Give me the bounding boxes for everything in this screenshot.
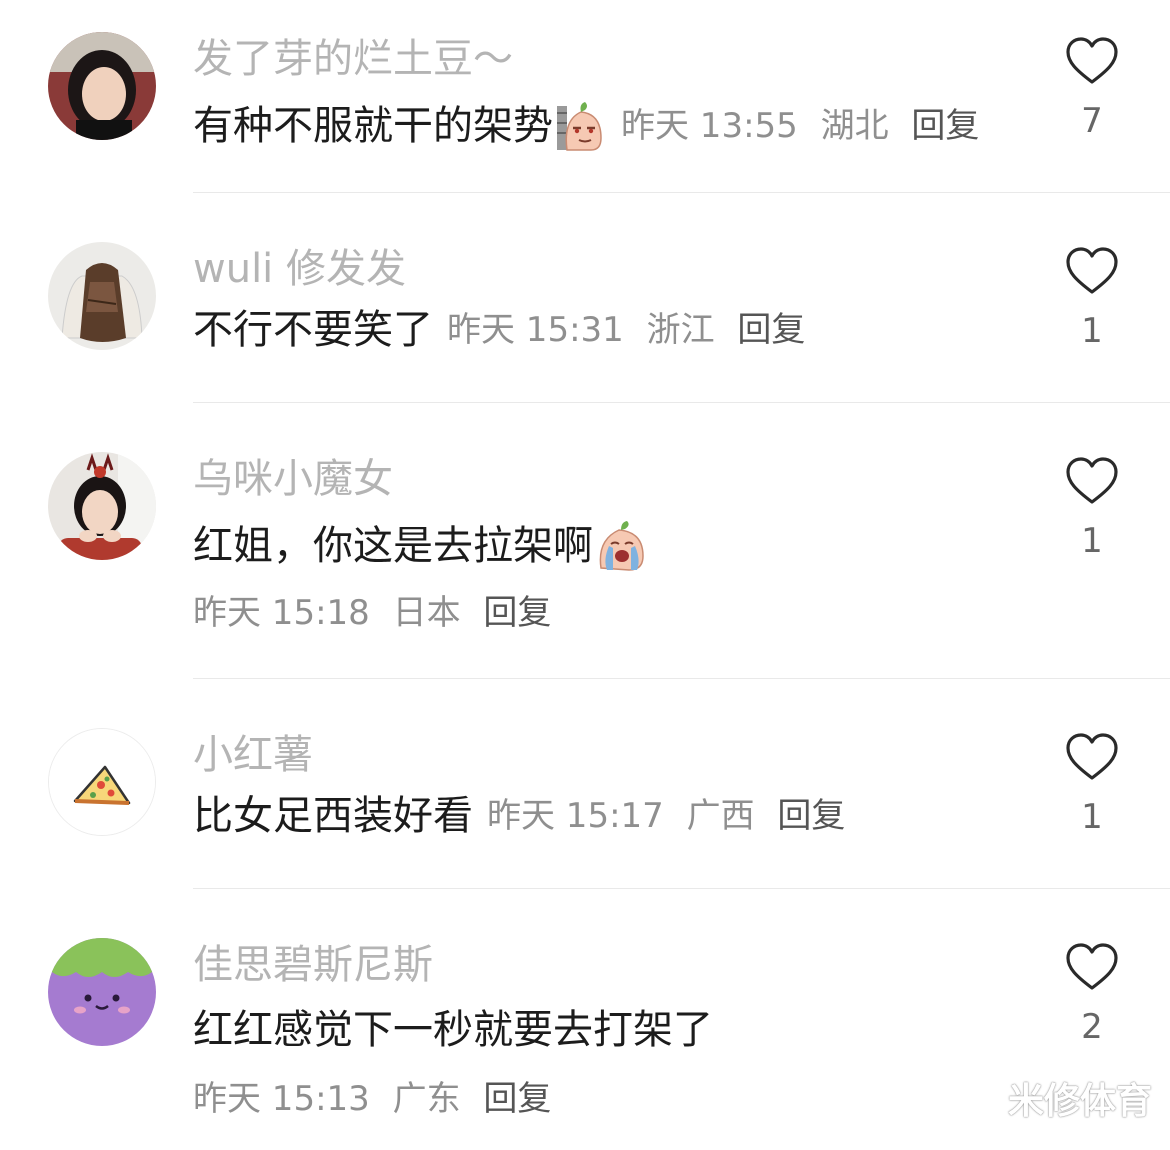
comment-time: 昨天 15:17 <box>487 796 664 836</box>
comment-time: 昨天 15:13 <box>193 1079 370 1119</box>
comment-location: 浙江 <box>646 310 715 350</box>
avatar[interactable] <box>48 452 156 560</box>
like-button[interactable]: 7 <box>1062 36 1122 138</box>
comment-text: 红红感觉下一秒就要去打架了 <box>193 1007 713 1053</box>
comment-body: 红姐，你这是去拉架啊 <box>193 520 647 572</box>
like-count: 2 <box>1081 1007 1103 1047</box>
divider <box>193 192 1170 193</box>
divider <box>193 402 1170 403</box>
avatar[interactable] <box>48 938 156 1046</box>
username[interactable]: 佳思碧斯尼斯 <box>193 945 433 985</box>
heart-outline-icon <box>1066 733 1118 780</box>
like-count: 1 <box>1081 521 1103 561</box>
comment-meta: 昨天 15:17 广西 回复 <box>487 799 857 833</box>
username[interactable]: 小红薯 <box>193 735 313 775</box>
heart-outline-icon <box>1066 457 1118 504</box>
like-count: 1 <box>1081 797 1103 837</box>
like-button[interactable]: 1 <box>1062 246 1122 348</box>
divider <box>193 888 1170 889</box>
comment-body: 红红感觉下一秒就要去打架了 <box>193 1010 713 1050</box>
comment-text: 比女足西装好看 <box>193 793 473 839</box>
comment-body: 比女足西装好看 昨天 15:17 广西 回复 <box>193 796 857 836</box>
username[interactable]: 乌咪小魔女 <box>193 459 393 499</box>
heart-outline-icon <box>1066 37 1118 84</box>
comment-meta: 昨天 15:13 广东 回复 <box>193 1082 563 1116</box>
reply-button[interactable]: 回复 <box>737 310 805 350</box>
comment-body: 不行不要笑了 昨天 15:31 浙江 回复 <box>193 310 817 350</box>
username[interactable]: 发了芽的烂土豆～ <box>193 39 513 79</box>
comment-time: 昨天 13:55 <box>621 106 798 146</box>
comment-location: 广西 <box>686 796 755 836</box>
username[interactable]: wuli 修发发 <box>193 249 406 289</box>
like-count: 1 <box>1081 311 1103 351</box>
comment-location: 日本 <box>392 593 461 633</box>
comment-time: 昨天 15:18 <box>193 593 370 633</box>
comment-meta: 昨天 15:31 浙江 回复 <box>447 313 817 347</box>
reply-button[interactable]: 回复 <box>911 106 979 146</box>
crying-potato-emoji <box>595 520 647 572</box>
avatar[interactable] <box>48 728 156 836</box>
reply-button[interactable]: 回复 <box>777 796 845 836</box>
like-button[interactable]: 1 <box>1062 732 1122 834</box>
like-count: 7 <box>1081 101 1103 141</box>
comment-location: 广东 <box>392 1079 461 1119</box>
comment-text: 不行不要笑了 <box>193 307 433 353</box>
heart-outline-icon <box>1066 247 1118 294</box>
comment-meta: 昨天 15:18 日本 回复 <box>193 596 563 630</box>
like-button[interactable]: 1 <box>1062 456 1122 558</box>
reply-button[interactable]: 回复 <box>483 593 551 633</box>
avatar[interactable] <box>48 242 156 350</box>
comment-meta: 昨天 13:55 湖北 回复 <box>621 109 991 143</box>
like-button[interactable]: 2 <box>1062 942 1122 1044</box>
comment-body: 有种不服就干的架势 昨天 13:55 湖北 回复 <box>193 100 991 152</box>
comment-location: 湖北 <box>820 106 889 146</box>
comment-time: 昨天 15:31 <box>447 310 624 350</box>
reply-button[interactable]: 回复 <box>483 1079 551 1119</box>
heart-outline-icon <box>1066 943 1118 990</box>
sly-potato-emoji <box>555 100 607 152</box>
watermark: 米修体育 <box>1007 1081 1152 1122</box>
avatar[interactable] <box>48 32 156 140</box>
comment-text: 有种不服就干的架势 <box>193 103 553 149</box>
comment-text: 红姐，你这是去拉架啊 <box>193 523 593 569</box>
divider <box>193 678 1170 679</box>
